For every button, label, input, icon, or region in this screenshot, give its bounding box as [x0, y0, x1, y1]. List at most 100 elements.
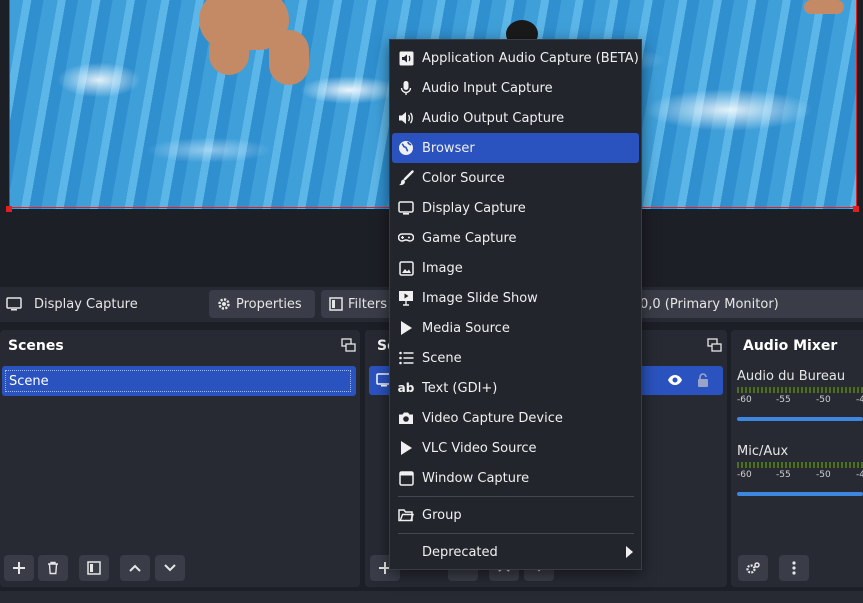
menu-item-browser[interactable]: Browser [392, 133, 639, 163]
properties-button[interactable]: Properties [209, 290, 315, 318]
menu-item-deprecated[interactable]: Deprecated [392, 537, 639, 567]
menu-item-label: Audio Output Capture [422, 110, 565, 126]
meter-tick: -55 [776, 470, 791, 480]
speaker-icon [398, 110, 414, 126]
monitor-icon [6, 296, 22, 312]
list-icon [398, 350, 414, 366]
chevron-down-icon [163, 561, 177, 575]
slideshow-icon [398, 290, 414, 306]
menu-item-label: Image Slide Show [422, 290, 538, 306]
display-select-value: 0,0 (Primary Monitor) [640, 296, 779, 312]
meter-tick: -4 [856, 395, 863, 405]
menu-item-window-capture[interactable]: Window Capture [392, 463, 639, 493]
properties-label: Properties [236, 296, 302, 312]
meter-tick: -55 [776, 395, 791, 405]
window-icon [398, 470, 414, 486]
menu-item-image[interactable]: Image [392, 253, 639, 283]
menu-item-vlc-video-source[interactable]: VLC Video Source [392, 433, 639, 463]
mixer-menu-button[interactable] [779, 555, 809, 581]
menu-item-media-source[interactable]: Media Source [392, 313, 639, 343]
menu-item-scene[interactable]: Scene [392, 343, 639, 373]
menu-item-image-slide-show[interactable]: Image Slide Show [392, 283, 639, 313]
microphone-icon [398, 80, 414, 96]
menu-item-label: Audio Input Capture [422, 80, 553, 96]
remove-scene-button[interactable] [38, 555, 68, 581]
play-icon [398, 440, 414, 456]
plus-icon [12, 561, 26, 575]
scene-item-label: Scene [9, 374, 49, 389]
menu-item-text-gdi[interactable]: ab Text (GDI+) [392, 373, 639, 403]
meter-tick: -50 [816, 470, 831, 480]
add-source-menu: Application Audio Capture (BETA) Audio I… [389, 39, 642, 570]
menu-separator [398, 533, 634, 534]
add-scene-button[interactable] [4, 555, 34, 581]
menu-item-spacer [398, 544, 414, 560]
menu-item-label: Display Capture [422, 200, 526, 216]
meter-tick: -60 [737, 470, 752, 480]
menu-item-game-capture[interactable]: Game Capture [392, 223, 639, 253]
menu-item-display-capture[interactable]: Display Capture [392, 193, 639, 223]
audio-meter [737, 387, 863, 393]
meter-tick: -60 [737, 395, 752, 405]
gear-icon [745, 561, 761, 575]
move-scene-up-button[interactable] [120, 555, 150, 581]
menu-item-label: Image [422, 260, 463, 276]
folder-icon [398, 507, 414, 523]
move-scene-down-button[interactable] [155, 555, 185, 581]
brush-icon [398, 170, 414, 186]
resize-handle-bottom-right[interactable] [853, 206, 859, 212]
scene-filters-button[interactable] [79, 555, 109, 581]
image-icon [398, 260, 414, 276]
menu-item-label: Video Capture Device [422, 410, 563, 426]
menu-item-audio-output-capture[interactable]: Audio Output Capture [392, 103, 639, 133]
kebab-menu-icon [792, 561, 796, 575]
menu-item-application-audio-capture[interactable]: Application Audio Capture (BETA) [392, 43, 639, 73]
menu-item-label: Window Capture [422, 470, 530, 486]
audio-mixer-title: Audio Mixer [743, 338, 838, 354]
meter-tick: -4 [856, 470, 863, 480]
menu-item-label: Media Source [422, 320, 510, 336]
undock-icon[interactable] [341, 338, 356, 352]
text-icon: ab [397, 381, 415, 395]
status-bar [0, 591, 863, 603]
filters-icon [87, 561, 101, 575]
monitor-icon [398, 200, 414, 216]
selected-source-name: Display Capture [34, 297, 138, 312]
menu-item-color-source[interactable]: Color Source [392, 163, 639, 193]
display-select[interactable]: 0,0 (Primary Monitor) [620, 290, 863, 318]
audio-meter [737, 462, 863, 468]
resize-handle-bottom-left[interactable] [6, 206, 12, 212]
channel-name: Mic/Aux [737, 444, 789, 459]
menu-item-label: Text (GDI+) [422, 380, 498, 396]
volume-slider[interactable] [737, 492, 863, 496]
filters-icon [329, 297, 343, 311]
menu-separator [398, 496, 634, 497]
gear-icon [217, 297, 231, 311]
menu-item-label: Browser [422, 140, 475, 156]
menu-item-label: Group [422, 507, 462, 523]
globe-icon [398, 140, 414, 156]
chevron-up-icon [128, 561, 142, 575]
gamepad-icon [398, 230, 414, 246]
menu-item-video-capture-device[interactable]: Video Capture Device [392, 403, 639, 433]
menu-item-label: Game Capture [422, 230, 517, 246]
menu-item-group[interactable]: Group [392, 500, 639, 530]
undock-icon[interactable] [707, 338, 722, 352]
scene-item-focus [5, 370, 351, 392]
menu-item-audio-input-capture[interactable]: Audio Input Capture [392, 73, 639, 103]
channel-name: Audio du Bureau [737, 369, 846, 384]
filters-label: Filters [348, 296, 387, 312]
menu-item-label: VLC Video Source [422, 440, 537, 456]
menu-item-label: Application Audio Capture (BETA) [422, 50, 639, 66]
meter-tick: -50 [816, 395, 831, 405]
eye-icon[interactable] [667, 373, 683, 387]
lock-icon[interactable] [696, 372, 710, 388]
menu-item-label: Deprecated [422, 544, 498, 560]
menu-item-label: Color Source [422, 170, 505, 186]
volume-slider[interactable] [737, 417, 863, 421]
mixer-settings-button[interactable] [738, 555, 768, 581]
trash-icon [46, 561, 60, 575]
play-icon [398, 320, 414, 336]
submenu-arrow-icon [626, 546, 633, 558]
menu-item-label: Scene [422, 350, 462, 366]
